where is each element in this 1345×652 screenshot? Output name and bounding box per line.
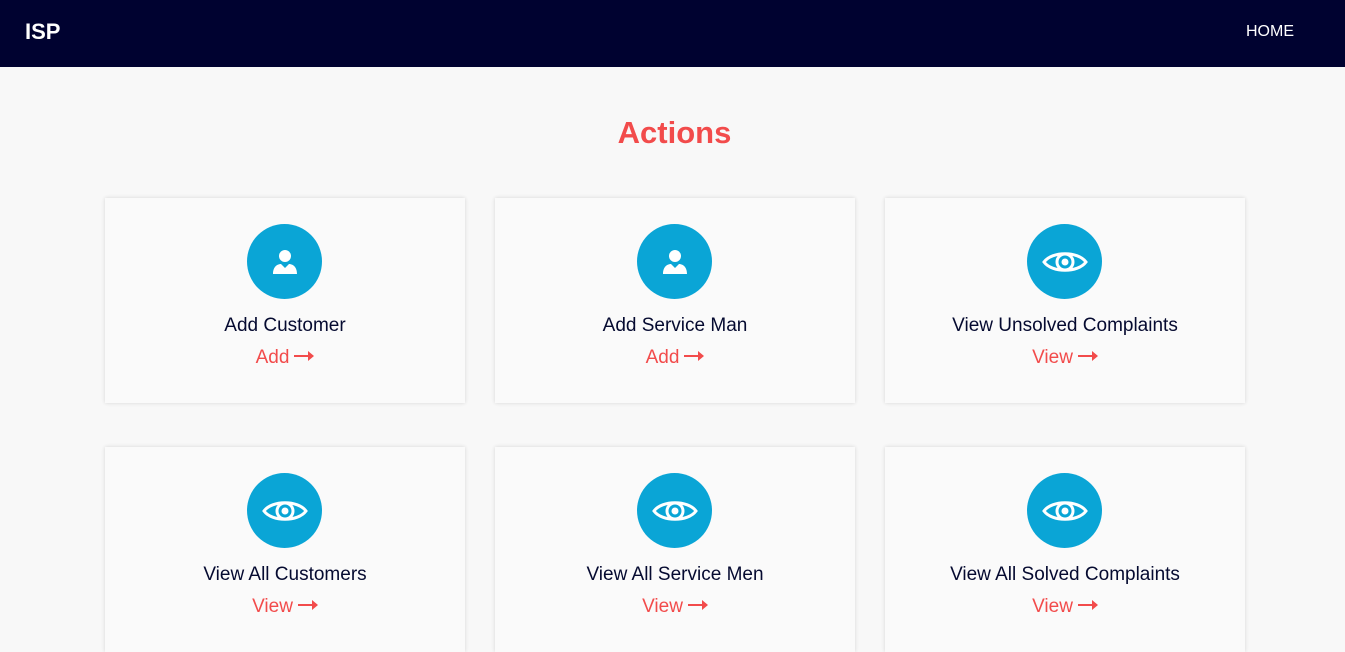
card-view-all-customers: View All Customers View [105,447,465,652]
user-icon [637,224,712,299]
card-view-all-solved-complaints: View All Solved Complaints View [885,447,1245,652]
eye-icon [637,473,712,548]
card-title: View All Service Men [586,564,764,585]
card-add-service-man: Add Service Man Add [495,198,855,403]
arrow-right-icon [684,351,705,362]
arrow-right-icon [687,600,708,611]
card-link-label: View [642,596,683,617]
view-all-solved-complaints-link[interactable]: View [885,595,1245,619]
brand-logo[interactable]: ISP [25,19,60,45]
add-service-man-link[interactable]: Add [495,346,855,370]
page-title: Actions [617,115,732,150]
card-view-all-service-men: View All Service Men View [495,447,855,652]
card-title: View All Customers [203,564,367,585]
card-title: View All Solved Complaints [950,564,1180,585]
eye-icon [247,473,322,548]
card-add-customer: Add Customer Add [105,198,465,403]
add-customer-link[interactable]: Add [105,346,465,370]
nav-home-link[interactable]: HOME [1246,23,1294,41]
user-icon [247,224,322,299]
eye-icon [1027,473,1102,548]
eye-icon [1027,224,1102,299]
card-title: Add Service Man [602,315,748,336]
card-link-label: Add [645,347,680,368]
card-link-label: View [1032,347,1073,368]
arrow-right-icon [297,600,318,611]
card-link-label: View [252,596,293,617]
arrow-right-icon [1077,600,1098,611]
arrow-right-icon [1077,351,1098,362]
view-all-service-men-link[interactable]: View [495,595,855,619]
view-unsolved-complaints-link[interactable]: View [885,346,1245,370]
card-link-label: Add [255,347,290,368]
arrow-right-icon [294,351,315,362]
card-link-label: View [1032,596,1073,617]
card-view-unsolved-complaints: View Unsolved Complaints View [885,198,1245,403]
view-all-customers-link[interactable]: View [105,595,465,619]
card-title: View Unsolved Complaints [952,315,1178,336]
card-title: Add Customer [224,315,346,336]
top-navbar: ISP HOME [0,0,1345,67]
